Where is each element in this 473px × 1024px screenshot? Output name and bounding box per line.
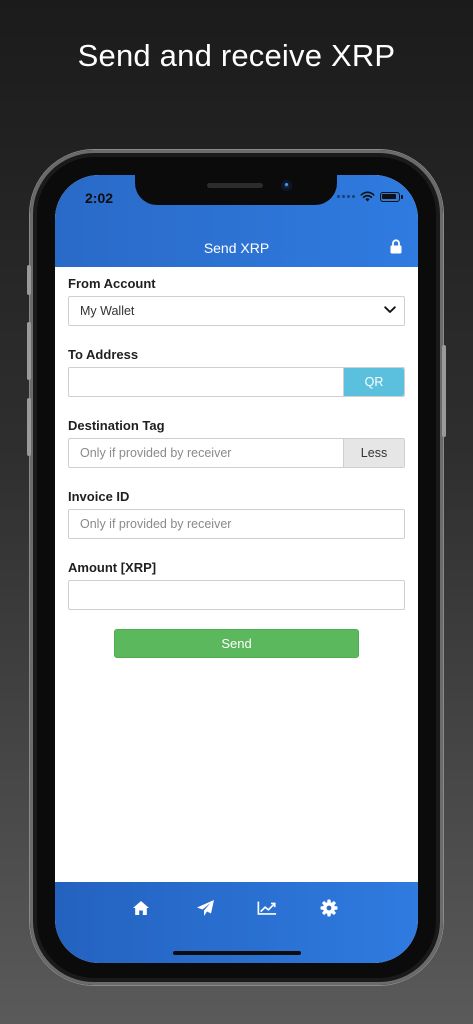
chevron-down-icon: [384, 306, 396, 313]
invoice-id-input[interactable]: Only if provided by receiver: [68, 509, 405, 539]
less-button[interactable]: Less: [343, 439, 404, 467]
camera: [281, 180, 292, 191]
tab-chart[interactable]: [257, 898, 277, 918]
status-icons: [337, 191, 403, 202]
side-button-mute: [27, 265, 31, 295]
page-title: Send XRP: [203, 240, 270, 256]
phone-screen: 2:02 Send XRP From Account My Wallet To …: [55, 175, 418, 963]
promo-headline: Send and receive XRP: [77, 38, 396, 73]
to-address-label: To Address: [68, 347, 139, 362]
side-button-power: [442, 345, 446, 437]
battery-icon: [380, 191, 403, 202]
tab-send[interactable]: [195, 898, 215, 918]
tab-home[interactable]: [131, 898, 151, 918]
to-address-input[interactable]: [80, 368, 340, 396]
destination-tag-input[interactable]: Only if provided by receiver: [80, 446, 231, 460]
gear-icon: [320, 899, 338, 917]
send-button[interactable]: Send: [114, 629, 359, 658]
from-account-select[interactable]: My Wallet: [68, 296, 405, 326]
to-address-group: QR: [68, 367, 405, 397]
top-bar: 2:02 Send XRP: [55, 175, 418, 267]
tab-bar: [55, 882, 418, 963]
speaker: [207, 183, 263, 188]
amount-input[interactable]: [68, 580, 405, 610]
from-account-value: My Wallet: [80, 304, 135, 318]
side-button-volume-down: [27, 398, 31, 456]
lock-icon[interactable]: [390, 239, 402, 254]
home-icon: [133, 901, 149, 915]
wifi-icon: [360, 191, 375, 202]
side-button-volume-up: [27, 322, 31, 380]
send-icon: [196, 900, 214, 916]
invoice-id-label: Invoice ID: [68, 489, 130, 504]
home-indicator[interactable]: [173, 951, 301, 955]
destination-tag-label: Destination Tag: [68, 418, 165, 433]
amount-label: Amount [XRP]: [68, 560, 157, 575]
status-time: 2:02: [85, 190, 114, 206]
notch: [135, 175, 337, 205]
cellular-dots-icon: [337, 195, 355, 198]
destination-tag-group: Only if provided by receiver Less: [68, 438, 405, 468]
qr-scan-button[interactable]: QR: [343, 368, 404, 396]
tab-settings[interactable]: [319, 898, 339, 918]
from-account-label: From Account: [68, 276, 156, 291]
chart-icon: [257, 901, 277, 915]
